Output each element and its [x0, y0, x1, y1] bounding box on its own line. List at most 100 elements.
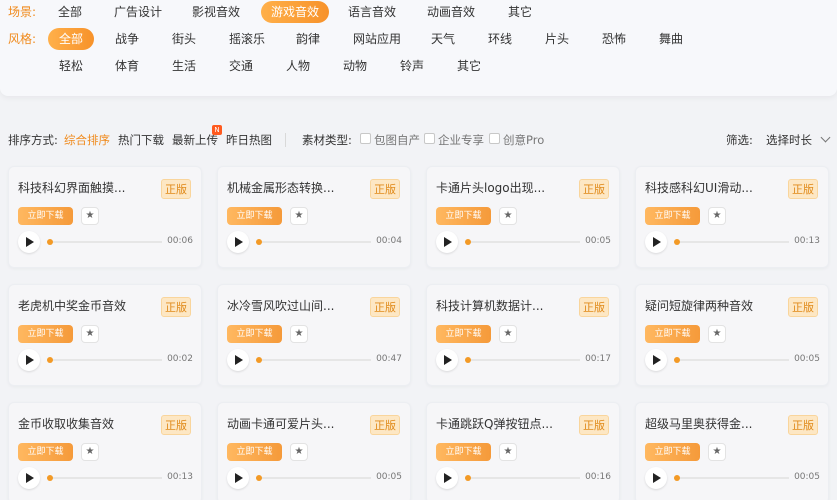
style-chip-weather[interactable]: 天气 — [426, 28, 460, 50]
type-option-baotu[interactable]: 包图自产 — [374, 132, 420, 148]
star-icon[interactable]: ★ — [81, 325, 99, 343]
style-chip-relaxed[interactable]: 轻松 — [54, 55, 88, 77]
type-option-pro[interactable]: 创意Pro — [503, 132, 544, 148]
sound-card[interactable]: 疑问短旋律两种音效 正版 立即下载 ★ 00:05 — [635, 284, 829, 386]
card-title[interactable]: 冰冷雪风吹过山间... — [227, 297, 367, 314]
scene-chip-voice-sfx[interactable]: 语言音效 — [342, 1, 402, 23]
card-title[interactable]: 卡通片头logo出现... — [436, 179, 576, 196]
style-chip-intro[interactable]: 片头 — [540, 28, 574, 50]
download-button[interactable]: 立即下载 — [18, 443, 73, 461]
sound-card[interactable]: 老虎机中奖金币音效 正版 立即下载 ★ 00:02 — [8, 284, 202, 386]
star-icon[interactable]: ★ — [81, 443, 99, 461]
sort-option-hot-download[interactable]: 热门下载 — [118, 132, 164, 148]
card-title[interactable]: 科技计算机数据计... — [436, 297, 576, 314]
download-button[interactable]: 立即下载 — [645, 207, 700, 225]
progress-handle[interactable] — [465, 475, 471, 481]
type-checkbox-enterprise[interactable] — [424, 133, 435, 144]
download-button[interactable]: 立即下载 — [645, 443, 700, 461]
style-chip-all[interactable]: 全部 — [48, 28, 94, 50]
download-button[interactable]: 立即下载 — [436, 325, 491, 343]
card-title[interactable]: 科技感科幻UI滑动... — [645, 179, 785, 196]
play-icon[interactable] — [227, 231, 249, 253]
progress-track[interactable] — [256, 477, 371, 479]
type-option-enterprise[interactable]: 企业专享 — [438, 132, 484, 148]
style-chip-rock[interactable]: 摇滚乐 — [226, 28, 268, 50]
card-title[interactable]: 科技科幻界面触摸... — [18, 179, 158, 196]
style-chip-life[interactable]: 生活 — [167, 55, 201, 77]
style-chip-animals[interactable]: 动物 — [338, 55, 372, 77]
card-title[interactable]: 卡通跳跃Q弹按钮点... — [436, 415, 576, 432]
sort-option-yesterday-hot[interactable]: 昨日热图 — [226, 132, 272, 148]
style-chip-horror[interactable]: 恐怖 — [597, 28, 631, 50]
star-icon[interactable]: ★ — [708, 325, 726, 343]
play-icon[interactable] — [645, 231, 667, 253]
play-icon[interactable] — [227, 467, 249, 489]
scene-chip-all[interactable]: 全部 — [48, 1, 92, 23]
star-icon[interactable]: ★ — [290, 207, 308, 225]
progress-track[interactable] — [674, 477, 789, 479]
progress-handle[interactable] — [256, 357, 262, 363]
play-icon[interactable] — [645, 467, 667, 489]
type-checkbox-baotu[interactable] — [360, 133, 371, 144]
star-icon[interactable]: ★ — [708, 443, 726, 461]
progress-handle[interactable] — [674, 239, 680, 245]
style-chip-website-app[interactable]: 网站应用 — [349, 28, 405, 50]
progress-handle[interactable] — [47, 239, 53, 245]
progress-track[interactable] — [465, 359, 580, 361]
sort-option-comprehensive[interactable]: 综合排序 — [64, 132, 110, 148]
download-button[interactable]: 立即下载 — [227, 207, 282, 225]
star-icon[interactable]: ★ — [290, 443, 308, 461]
sound-card[interactable]: 动画卡通可爱片头... 正版 立即下载 ★ 00:05 — [217, 402, 411, 500]
download-button[interactable]: 立即下载 — [227, 443, 282, 461]
download-button[interactable]: 立即下载 — [227, 325, 282, 343]
star-icon[interactable]: ★ — [499, 443, 517, 461]
progress-track[interactable] — [47, 241, 162, 243]
sound-card[interactable]: 超级马里奥获得金... 正版 立即下载 ★ 00:05 — [635, 402, 829, 500]
scene-chip-film-sfx[interactable]: 影视音效 — [186, 1, 246, 23]
star-icon[interactable]: ★ — [708, 207, 726, 225]
style-chip-traffic[interactable]: 交通 — [224, 55, 258, 77]
play-icon[interactable] — [18, 349, 40, 371]
progress-track[interactable] — [674, 359, 789, 361]
progress-handle[interactable] — [674, 475, 680, 481]
sound-card[interactable]: 冰冷雪风吹过山间... 正版 立即下载 ★ 00:47 — [217, 284, 411, 386]
sort-option-latest-upload[interactable]: 最新上传 — [172, 132, 218, 148]
progress-handle[interactable] — [47, 475, 53, 481]
sound-card[interactable]: 金币收取收集音效 正版 立即下载 ★ 00:13 — [8, 402, 202, 500]
progress-track[interactable] — [465, 477, 580, 479]
progress-handle[interactable] — [47, 357, 53, 363]
style-chip-sports[interactable]: 体育 — [110, 55, 144, 77]
progress-handle[interactable] — [256, 239, 262, 245]
style-chip-street[interactable]: 街头 — [167, 28, 201, 50]
download-button[interactable]: 立即下载 — [436, 207, 491, 225]
style-chip-people[interactable]: 人物 — [281, 55, 315, 77]
progress-track[interactable] — [256, 241, 371, 243]
download-button[interactable]: 立即下载 — [18, 207, 73, 225]
duration-select[interactable]: 选择时长 — [766, 132, 812, 148]
card-title[interactable]: 机械金属形态转换... — [227, 179, 367, 196]
sound-card[interactable]: 科技科幻界面触摸... 正版 立即下载 ★ 00:06 — [8, 166, 202, 268]
progress-track[interactable] — [674, 241, 789, 243]
play-icon[interactable] — [436, 349, 458, 371]
play-icon[interactable] — [645, 349, 667, 371]
style-chip-other[interactable]: 其它 — [452, 55, 486, 77]
download-button[interactable]: 立即下载 — [436, 443, 491, 461]
scene-chip-game-sfx[interactable]: 游戏音效 — [261, 1, 329, 23]
card-title[interactable]: 超级马里奥获得金... — [645, 415, 785, 432]
scene-chip-ad-design[interactable]: 广告设计 — [108, 1, 168, 23]
progress-track[interactable] — [47, 359, 162, 361]
progress-track[interactable] — [256, 359, 371, 361]
progress-handle[interactable] — [256, 475, 262, 481]
sound-card[interactable]: 科技计算机数据计... 正版 立即下载 ★ 00:17 — [426, 284, 620, 386]
style-chip-dance[interactable]: 舞曲 — [654, 28, 688, 50]
style-chip-rhythm[interactable]: 韵律 — [291, 28, 325, 50]
star-icon[interactable]: ★ — [81, 207, 99, 225]
star-icon[interactable]: ★ — [290, 325, 308, 343]
scene-chip-other[interactable]: 其它 — [498, 1, 542, 23]
play-icon[interactable] — [227, 349, 249, 371]
card-title[interactable]: 疑问短旋律两种音效 — [645, 297, 785, 314]
download-button[interactable]: 立即下载 — [645, 325, 700, 343]
progress-handle[interactable] — [465, 357, 471, 363]
progress-handle[interactable] — [465, 239, 471, 245]
progress-handle[interactable] — [674, 357, 680, 363]
